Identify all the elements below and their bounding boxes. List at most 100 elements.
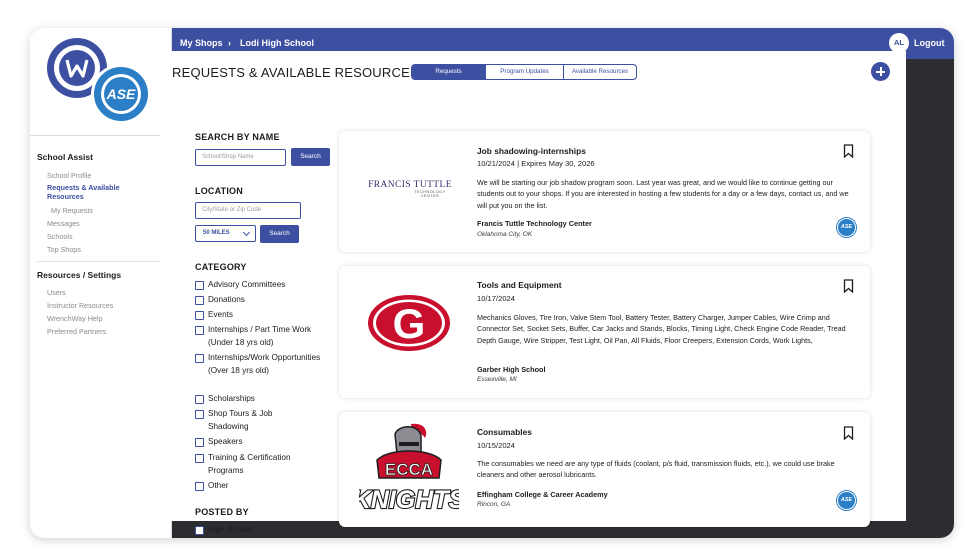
category-label: Other <box>208 481 229 490</box>
ecca-knights-logo: ECCA KNIGHTS <box>359 423 459 515</box>
wrenchway-ase-logo[interactable]: ASE <box>30 28 172 136</box>
category-option[interactable]: Shop Tours & Job Shadowing <box>195 408 308 434</box>
ase-badge-icon: ASE <box>837 218 856 237</box>
checkbox[interactable] <box>195 438 204 447</box>
request-card[interactable]: G Tools and Equipment 10/17/2024 Mechani… <box>339 266 870 398</box>
svg-text:ASE: ASE <box>106 86 136 102</box>
checkbox[interactable] <box>195 454 204 463</box>
card-title[interactable]: Tools and Equipment <box>477 280 562 290</box>
bookmark-icon[interactable] <box>843 144 854 158</box>
card-description: Mechanics Gloves, Tire Iron, Valve Stem … <box>477 313 846 345</box>
category-label: Training & Certification Programs <box>208 453 291 475</box>
sidebar-divider <box>37 261 165 262</box>
radius-select[interactable]: 50 MILES <box>195 225 256 242</box>
breadcrumb-current: Lodi High School <box>240 38 314 48</box>
category-label: Internships/Work Opportunities (Over 18 … <box>208 353 321 375</box>
sidebar-item-top-shops[interactable]: Top Shops <box>47 245 81 254</box>
card-description: We will be starting our job shadow progr… <box>477 178 849 210</box>
tab-requests[interactable]: Requests <box>412 65 486 79</box>
card-title[interactable]: Job shadowing-internships <box>477 146 586 156</box>
bookmark-icon[interactable] <box>843 279 854 293</box>
tab-available-resources[interactable]: Available Resources <box>564 65 636 79</box>
svg-text:KNIGHTS: KNIGHTS <box>359 486 459 514</box>
card-location: Oklahoma City, OK <box>477 231 533 238</box>
sidebar-item-wrenchway-help[interactable]: WrenchWay Help <box>47 314 103 323</box>
checkbox[interactable] <box>195 311 204 320</box>
add-request-button[interactable] <box>871 62 890 81</box>
card-organization[interactable]: Garber High School <box>477 365 546 374</box>
name-search-button[interactable]: Search <box>291 148 330 166</box>
sidebar-item-school-profile[interactable]: School Profile <box>47 171 91 180</box>
sidebar-item-my-requests[interactable]: My Requests <box>51 206 93 215</box>
posted-by-heading: POSTED BY <box>195 507 249 517</box>
posted-by-label: High School <box>208 525 253 534</box>
card-organization[interactable]: Effingham College & Career Academy <box>477 490 608 499</box>
checkbox[interactable] <box>195 526 204 535</box>
school-shop-name-input[interactable]: School/Shop Name <box>195 149 286 166</box>
category-label: Donations <box>208 295 245 304</box>
location-heading: LOCATION <box>195 186 243 196</box>
checkbox[interactable] <box>195 482 204 491</box>
sidebar: ASE School Assist School Profile Request… <box>30 28 172 538</box>
posted-by-option[interactable]: High School <box>195 524 326 537</box>
category-label: Scholarships <box>208 394 255 403</box>
category-option[interactable]: Scholarships <box>195 393 326 406</box>
category-option[interactable]: Other <box>195 480 326 493</box>
category-label: Events <box>208 310 234 319</box>
sidebar-item-schools[interactable]: Schools <box>47 232 73 241</box>
card-date: 10/21/2024 | Expires May 30, 2026 <box>477 159 595 168</box>
bookmark-icon[interactable] <box>843 426 854 440</box>
category-option[interactable]: Training & Certification Programs <box>195 452 318 478</box>
category-option[interactable]: Donations <box>195 294 326 307</box>
svg-text:ECCA: ECCA <box>385 460 433 479</box>
tab-program-updates[interactable]: Program Updates <box>486 65 564 79</box>
sidebar-section-resources-settings: Resources / Settings <box>37 270 122 280</box>
sidebar-item-preferred-partners[interactable]: Preferred Partners <box>47 327 106 336</box>
location-search-button[interactable]: Search <box>260 225 299 243</box>
card-description: The consumables we need are any type of … <box>477 459 835 480</box>
ase-badge-icon: ASE <box>837 491 856 510</box>
category-option[interactable]: Events <box>195 309 326 322</box>
radius-select-value: 50 MILES <box>203 230 230 236</box>
search-by-name-heading: SEARCH BY NAME <box>195 132 280 142</box>
sidebar-item-users[interactable]: Users <box>47 288 66 297</box>
category-label: Speakers <box>208 437 243 446</box>
card-location: Essexville, MI <box>477 376 517 383</box>
logo-area: ASE <box>30 28 172 136</box>
checkbox[interactable] <box>195 326 204 335</box>
sidebar-item-messages[interactable]: Messages <box>47 219 80 228</box>
category-option[interactable]: Internships/Work Opportunities (Over 18 … <box>195 352 323 378</box>
checkbox[interactable] <box>195 296 204 305</box>
category-option[interactable]: Internships / Part Time Work (Under 18 y… <box>195 324 326 350</box>
category-label: Advisory Committees <box>208 280 286 289</box>
garber-g-logo: G <box>368 295 450 351</box>
svg-text:G: G <box>393 300 426 347</box>
sidebar-item-requests[interactable]: Requests & Available Resources <box>47 183 147 201</box>
checkbox[interactable] <box>195 395 204 404</box>
checkbox[interactable] <box>195 410 204 419</box>
category-label: Shop Tours & Job Shadowing <box>208 409 273 431</box>
page-title: REQUESTS & AVAILABLE RESOURCES <box>172 65 419 80</box>
card-date: 10/15/2024 <box>477 441 516 450</box>
checkbox[interactable] <box>195 354 204 363</box>
breadcrumb-separator: › <box>228 38 231 48</box>
checkbox[interactable] <box>195 281 204 290</box>
sidebar-section-school-assist: School Assist <box>37 152 93 162</box>
tab-bar: Requests Program Updates Available Resou… <box>411 64 637 80</box>
category-heading: CATEGORY <box>195 262 247 272</box>
request-card[interactable]: ECCA KNIGHTS Consumables 10/15/2024 The … <box>339 412 870 527</box>
category-option[interactable]: Advisory Committees <box>195 279 326 292</box>
avatar[interactable]: AL <box>889 33 909 53</box>
logout-link[interactable]: Logout <box>914 38 945 48</box>
breadcrumb-my-shops[interactable]: My Shops <box>180 38 223 48</box>
chevron-down-icon <box>242 228 251 237</box>
category-option[interactable]: Speakers <box>195 436 326 449</box>
location-input[interactable]: City/State or Zip Code <box>195 202 301 219</box>
card-organization[interactable]: Francis Tuttle Technology Center <box>477 219 592 228</box>
sidebar-item-instructor-resources[interactable]: Instructor Resources <box>47 301 113 310</box>
francis-tuttle-logo: FRANCIS TUTTLE TECHNOLOGY CENTER <box>368 180 452 198</box>
request-card[interactable]: FRANCIS TUTTLE TECHNOLOGY CENTER Job sha… <box>339 131 870 252</box>
card-title[interactable]: Consumables <box>477 427 532 437</box>
card-location: Rincon, GA <box>477 501 511 508</box>
category-label: Internships / Part Time Work (Under 18 y… <box>208 325 312 347</box>
